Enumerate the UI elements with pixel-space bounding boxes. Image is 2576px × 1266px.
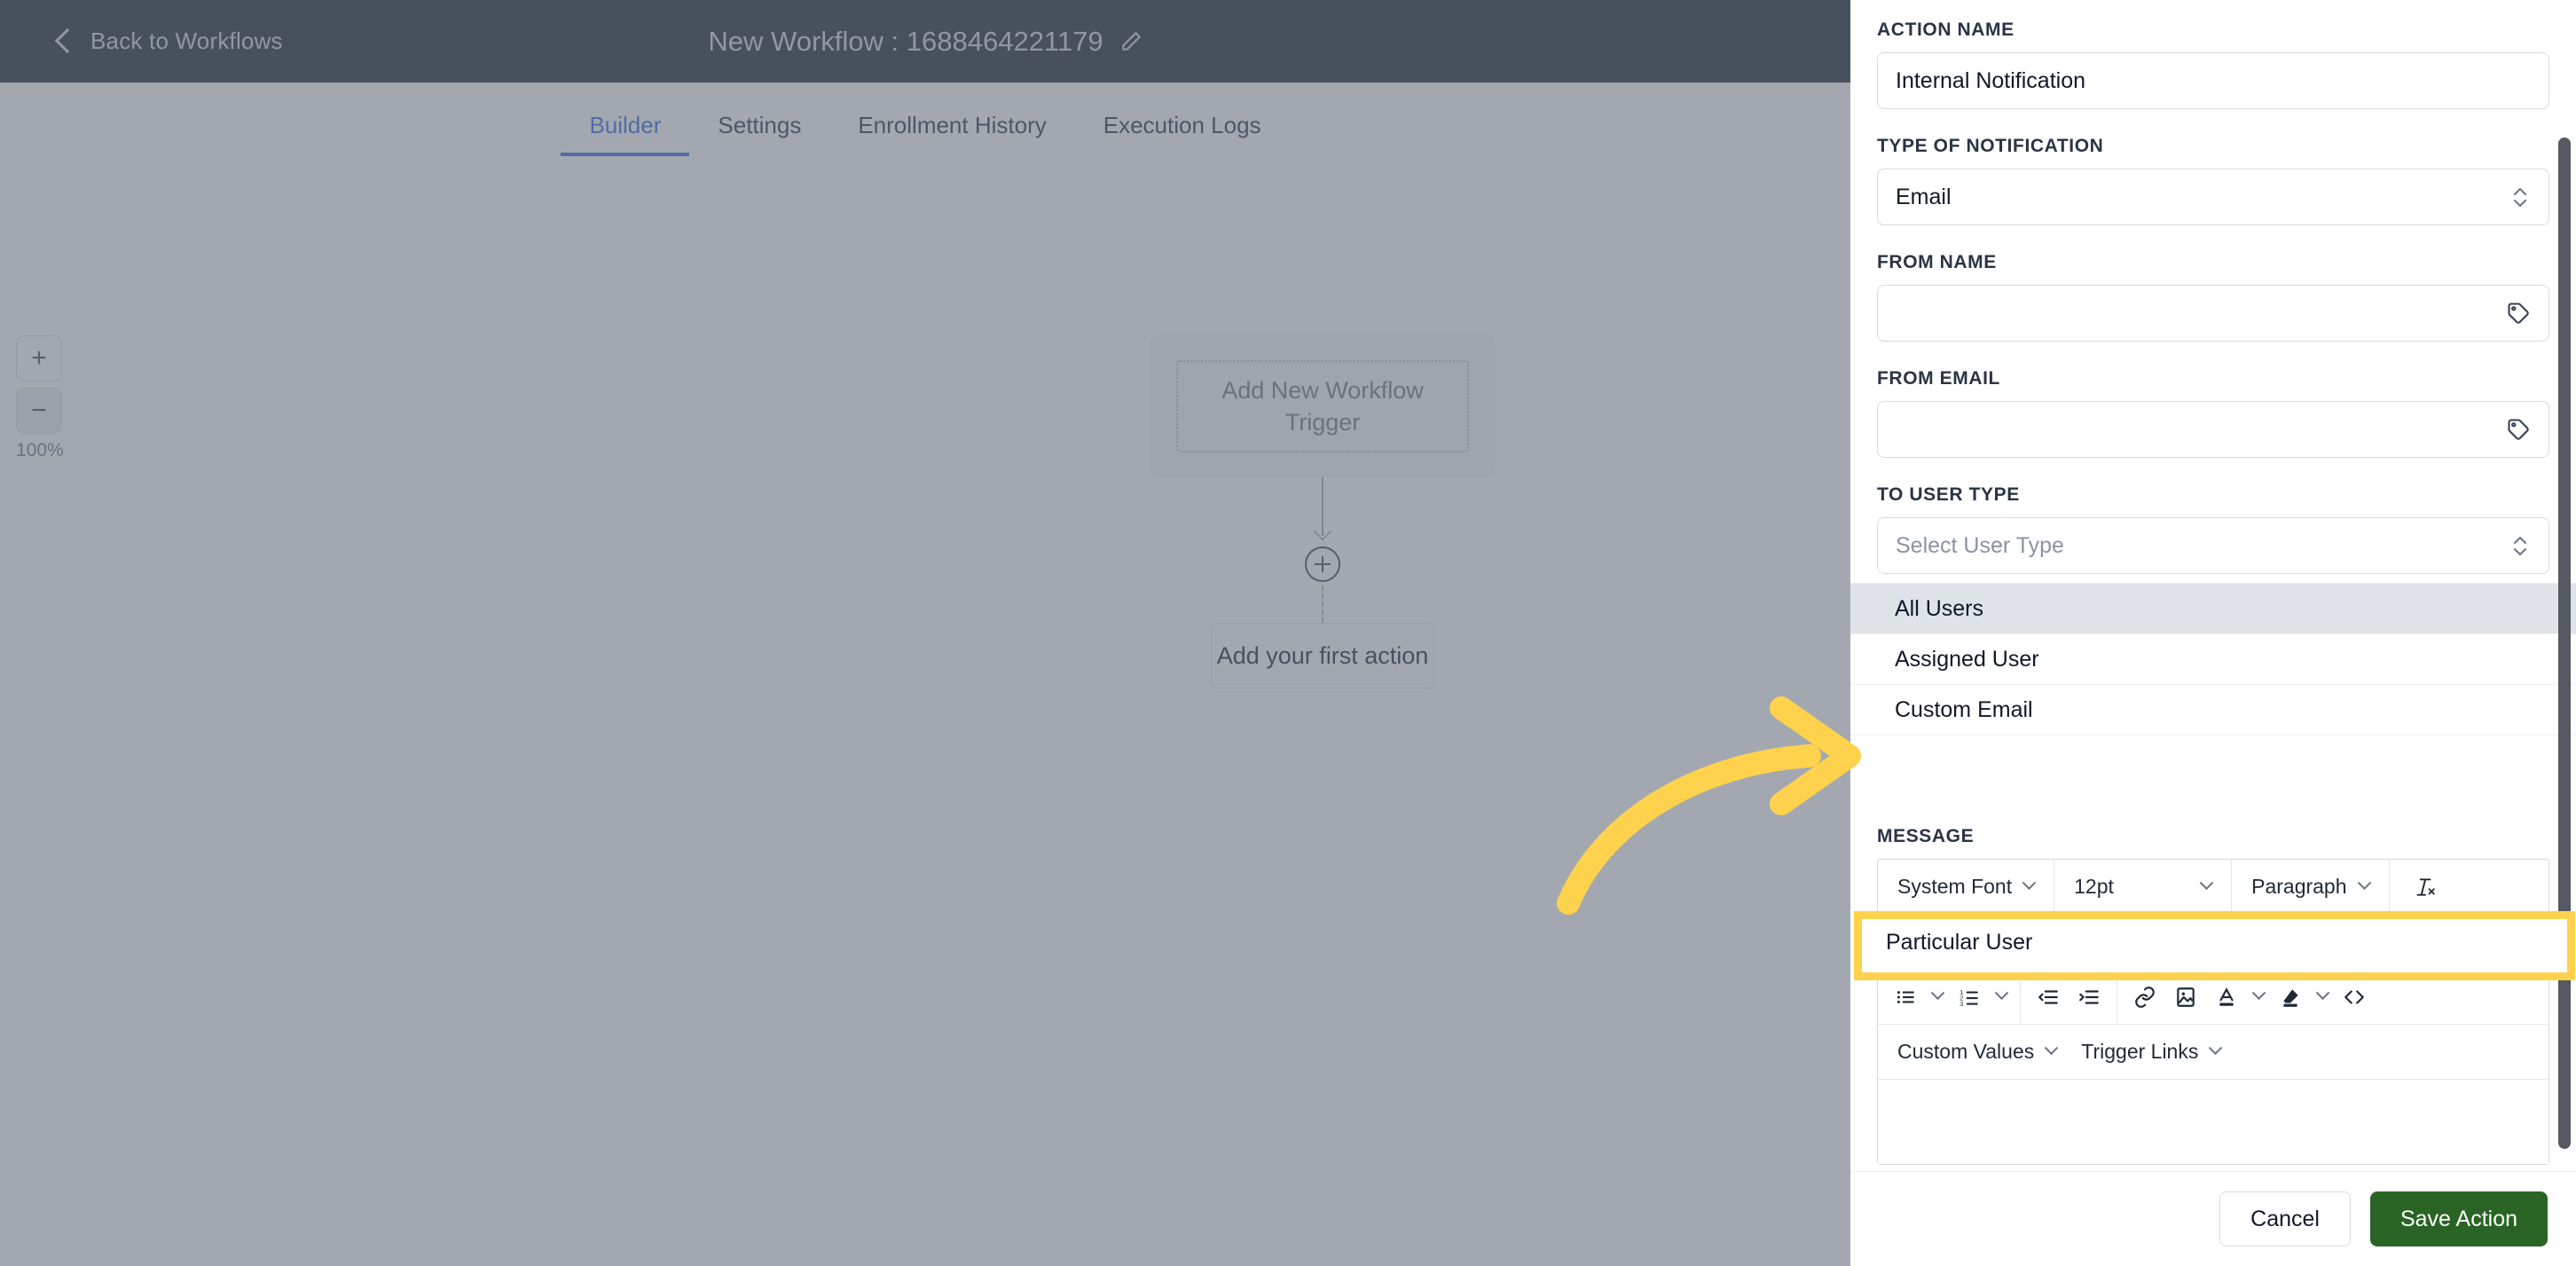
- action-name-value: Internal Notification: [1896, 67, 2086, 93]
- editor-toolbar-row-3: 123: [1878, 970, 2549, 1025]
- bold-button[interactable]: B: [2159, 922, 2200, 963]
- font-size-select[interactable]: 12pt: [2062, 860, 2224, 914]
- block-format-value: Paragraph: [2251, 875, 2347, 898]
- tag-icon[interactable]: [2506, 301, 2531, 326]
- message-body-editable[interactable]: [1878, 1080, 2549, 1164]
- from-email-input[interactable]: [1877, 401, 2549, 458]
- align-left-icon[interactable]: [2256, 922, 2297, 963]
- to-user-type-select[interactable]: Select User Type: [1877, 517, 2549, 574]
- type-of-notification-value: Email: [1896, 184, 1952, 209]
- to-user-type-placeholder: Select User Type: [1896, 532, 2064, 558]
- save-action-button[interactable]: Save Action: [2369, 1191, 2548, 1246]
- from-name-input[interactable]: [1877, 285, 2549, 342]
- insert-group: [2117, 970, 2382, 1024]
- editor-toolbar-row-4: Custom Values Trigger Links: [1878, 1025, 2549, 1080]
- app-root: Back to Workflows New Workflow : 1688464…: [0, 0, 2576, 1266]
- align-justify-icon[interactable]: [2378, 922, 2419, 963]
- action-settings-panel: ACTION NAME Internal Notification TYPE O…: [1850, 0, 2576, 1266]
- action-name-input[interactable]: Internal Notification: [1877, 52, 2549, 109]
- chevron-down-icon: [2119, 931, 2134, 946]
- from-name-label: FROM NAME: [1877, 252, 1997, 272]
- dropdown-option-all-users[interactable]: All Users: [1850, 584, 2576, 634]
- font-size-value: 12pt: [2074, 875, 2114, 898]
- chevron-updown-icon[interactable]: [2511, 531, 2529, 561]
- align-right-icon[interactable]: [2337, 922, 2378, 963]
- italic-button[interactable]: I: [2200, 922, 2241, 963]
- block-format-group: Paragraph: [2232, 860, 2390, 914]
- message-rich-text-editor: System Font 12pt Paragraph Paragraph B I…: [1877, 859, 2549, 1165]
- outdent-icon[interactable]: [2028, 977, 2069, 1018]
- to-user-type-label: TO USER TYPE: [1877, 484, 2020, 505]
- panel-scrollbar[interactable]: [2558, 138, 2571, 1149]
- bullet-list-icon[interactable]: [1885, 977, 1926, 1018]
- chevron-down-icon: [2199, 876, 2214, 891]
- font-family-group: System Font: [1878, 860, 2055, 914]
- chevron-down-icon: [2357, 876, 2371, 891]
- trigger-links-label: Trigger Links: [2081, 1040, 2199, 1063]
- cancel-button[interactable]: Cancel: [2219, 1191, 2351, 1246]
- custom-values-dropdown[interactable]: Custom Values: [1885, 1025, 2069, 1079]
- message-label: MESSAGE: [1877, 826, 1975, 846]
- merge-fields-group: Custom Values Trigger Links: [1878, 1025, 2240, 1079]
- modal-dim-overlay[interactable]: [0, 0, 1850, 1266]
- clear-formatting-icon[interactable]: [2404, 867, 2445, 908]
- type-of-notification-select[interactable]: Email: [1877, 169, 2549, 225]
- chevron-down-icon: [2044, 1041, 2059, 1056]
- editor-toolbar-row-1: System Font 12pt Paragraph: [1878, 860, 2549, 915]
- text-style-group: B I: [2152, 915, 2249, 969]
- chevron-updown-icon[interactable]: [2511, 182, 2529, 212]
- user-type-dropdown-list: All Users Assigned User Custom Email Par…: [1850, 583, 2576, 805]
- align-center-icon[interactable]: [2297, 922, 2337, 963]
- image-icon[interactable]: [2165, 977, 2206, 1018]
- panel-scroll-area: ACTION NAME Internal Notification TYPE O…: [1850, 0, 2576, 1171]
- panel-footer: Cancel Save Action: [1850, 1171, 2576, 1266]
- chevron-down-icon[interactable]: [2311, 977, 2334, 1018]
- source-code-icon[interactable]: [2334, 977, 2375, 1018]
- chevron-down-icon[interactable]: [1926, 977, 1949, 1018]
- alignment-group: [2249, 915, 2426, 969]
- type-of-notification-label: TYPE OF NOTIFICATION: [1877, 136, 2104, 156]
- indent-icon[interactable]: [2069, 977, 2109, 1018]
- list-group: 123: [1878, 970, 2021, 1024]
- dropdown-option-custom-email[interactable]: Custom Email: [1850, 685, 2576, 735]
- numbered-list-icon[interactable]: 123: [1949, 977, 1990, 1018]
- clear-format-group: [2390, 860, 2459, 914]
- indent-group: [2021, 970, 2117, 1024]
- tag-icon[interactable]: [2506, 417, 2531, 442]
- chevron-down-icon[interactable]: [2247, 977, 2270, 1018]
- dropdown-option-assigned-user[interactable]: Assigned User: [1850, 634, 2576, 685]
- font-size-group: 12pt: [2054, 860, 2233, 914]
- text-color-icon[interactable]: [2206, 977, 2247, 1018]
- chevron-down-icon: [2022, 876, 2037, 891]
- block-format-select[interactable]: Paragraph: [2239, 860, 2381, 914]
- link-icon[interactable]: [2124, 977, 2165, 1018]
- font-family-value: System Font: [1897, 875, 2013, 898]
- action-name-label: ACTION NAME: [1877, 20, 2014, 40]
- font-family-select[interactable]: System Font: [1885, 860, 2046, 914]
- highlight-color-icon[interactable]: [2270, 977, 2311, 1018]
- trigger-links-dropdown[interactable]: Trigger Links: [2069, 1025, 2233, 1079]
- workflow-builder: Back to Workflows New Workflow : 1688464…: [0, 0, 1850, 1266]
- dropdown-option-particular-user-label[interactable]: Particular User: [1886, 930, 2032, 955]
- chevron-down-icon[interactable]: [1990, 977, 2013, 1018]
- svg-text:3: 3: [1959, 999, 1963, 1007]
- from-email-label: FROM EMAIL: [1877, 368, 2000, 389]
- custom-values-label: Custom Values: [1897, 1040, 2035, 1063]
- chevron-down-icon: [2209, 1041, 2223, 1056]
